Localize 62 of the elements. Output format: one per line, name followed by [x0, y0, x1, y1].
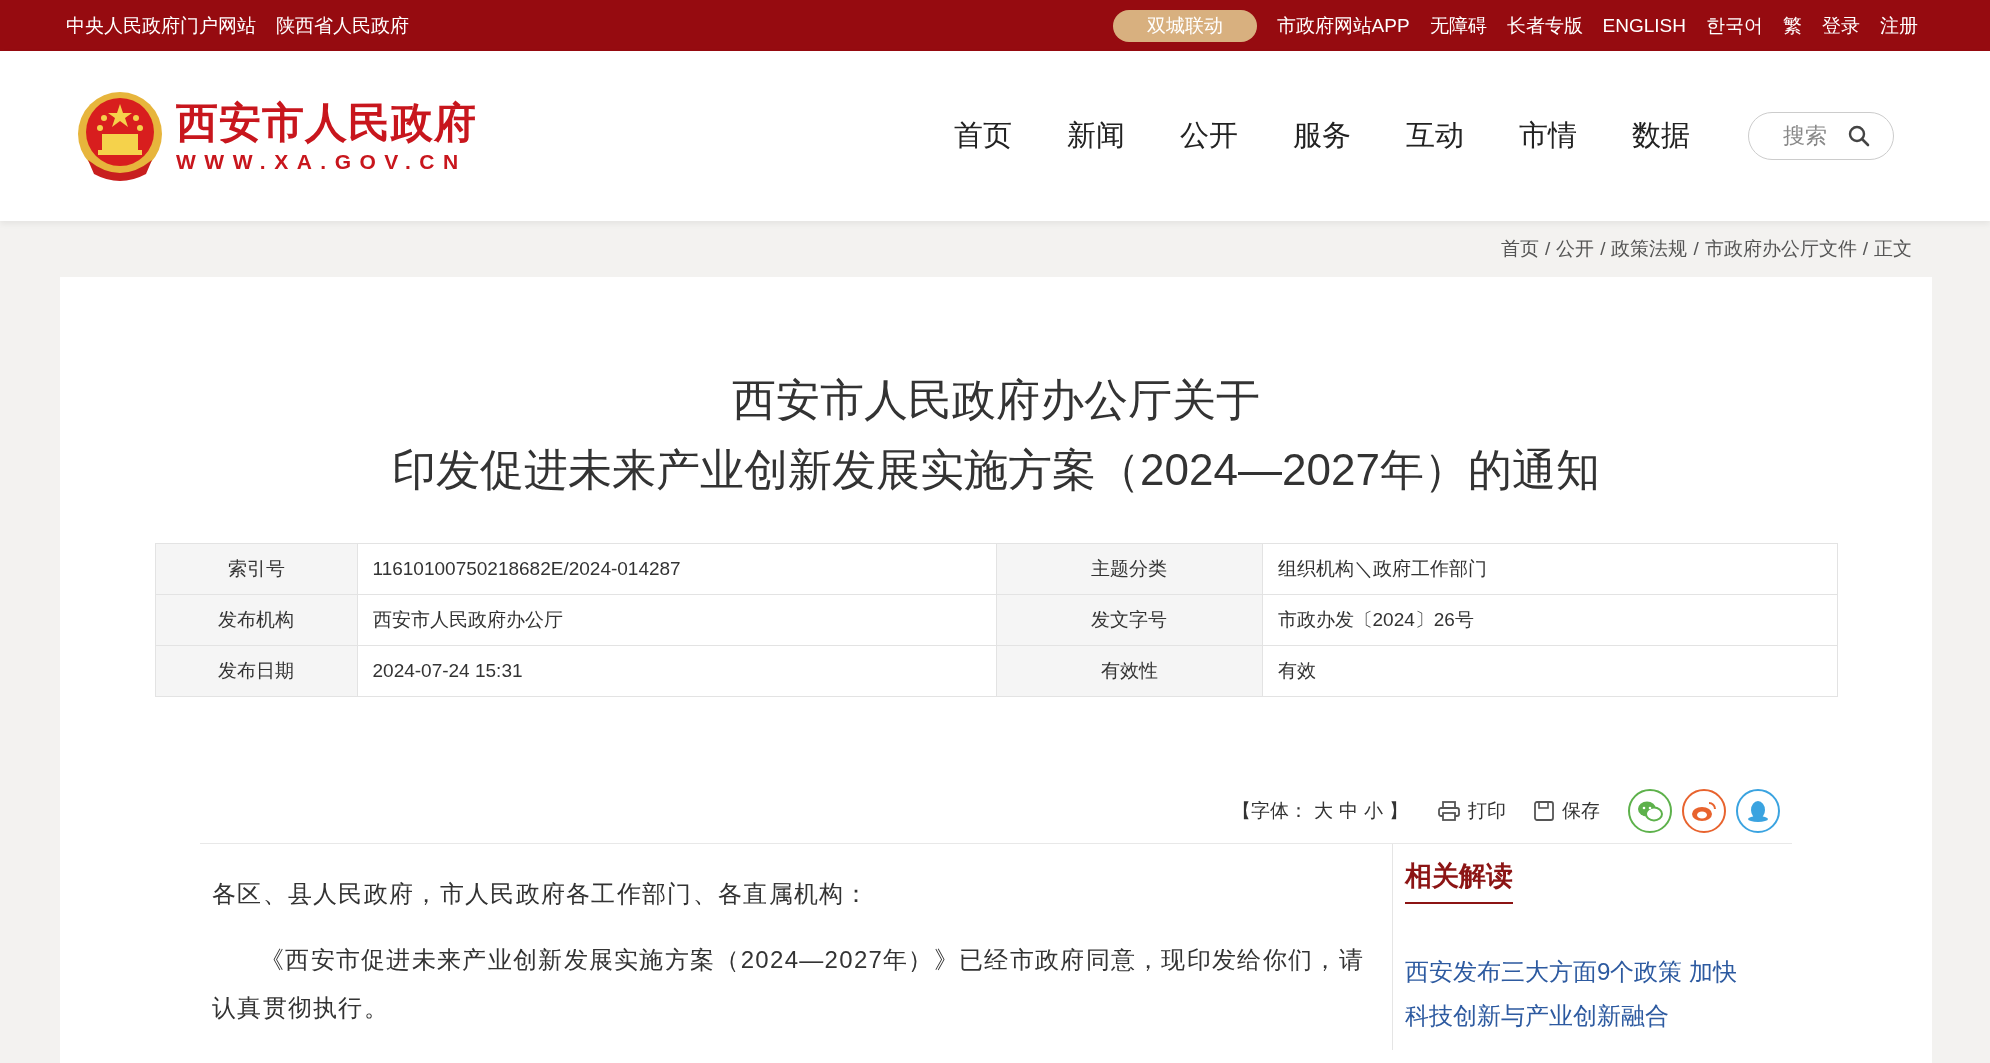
meta-value: 西安市人民政府办公厅: [357, 594, 996, 646]
font-size-option[interactable]: 中: [1339, 798, 1358, 824]
nav-link[interactable]: 公开: [1180, 116, 1238, 156]
top-link[interactable]: 无障碍: [1429, 12, 1487, 39]
top-link[interactable]: 市政府网站APP: [1276, 12, 1410, 39]
nav-link[interactable]: 市情: [1519, 116, 1577, 156]
swirl-eye-icon: [1691, 800, 1717, 822]
breadcrumb-separator: /: [1693, 238, 1699, 260]
top-link[interactable]: ENGLISH: [1602, 14, 1686, 37]
printer-icon: [1438, 801, 1460, 821]
meta-label: 索引号: [155, 543, 357, 595]
body-paragraph: 《西安市促进未来产业创新发展实施方案（2024—2027年）》已经市政府同意，现印发给你们，请认真贯彻执行。: [212, 945, 1365, 1023]
top-link[interactable]: 长者专版: [1506, 12, 1583, 39]
breadcrumb-link[interactable]: 首页: [1500, 236, 1539, 262]
chat-bubbles-icon: [1637, 800, 1663, 822]
related-link[interactable]: 西安发布三大方面9个政策 加快科技创新与产业创新融合: [1405, 950, 1760, 1038]
share-button[interactable]: [1736, 789, 1780, 833]
search-field[interactable]: 搜索: [1748, 112, 1894, 160]
site-url: WWW.XA.GOV.CN: [176, 149, 468, 175]
top-link[interactable]: 登录: [1822, 12, 1860, 39]
meta-label: 有效性: [996, 645, 1262, 697]
share-button[interactable]: [1628, 789, 1672, 833]
breadcrumb-separator: /: [1862, 238, 1868, 260]
font-size-option[interactable]: 小: [1364, 798, 1383, 824]
top-link[interactable]: 繁: [1783, 12, 1802, 39]
top-link[interactable]: 注册: [1880, 12, 1918, 39]
top-link[interactable]: 陕西省人民政府: [276, 12, 409, 39]
share-button[interactable]: [1682, 789, 1726, 833]
article-title: 印发促进未来产业创新发展实施方案（2024—2027年）的通知: [391, 444, 1601, 496]
breadcrumb-link[interactable]: 市政府办公厅文件: [1704, 236, 1857, 262]
site-name: 西安市人民政府: [176, 98, 477, 148]
breadcrumb-separator: /: [1544, 238, 1551, 260]
meta-value: 有效: [1262, 645, 1837, 697]
breadcrumb-link[interactable]: 公开: [1556, 236, 1595, 262]
meta-label: 发布机构: [155, 594, 357, 646]
meta-value: 组织机构＼政府工作部门: [1262, 543, 1837, 595]
breadcrumb-link[interactable]: 政策法规: [1611, 236, 1688, 262]
search-icon: [1848, 125, 1870, 147]
nav-link[interactable]: 首页: [954, 116, 1012, 156]
top-link[interactable]: 한국어: [1706, 12, 1763, 39]
nav-link[interactable]: 数据: [1632, 116, 1690, 156]
nav-link[interactable]: 互动: [1406, 116, 1464, 156]
font-size-label: 【字体：: [1232, 799, 1308, 823]
nav-link[interactable]: 服务: [1293, 116, 1351, 156]
font-size-bracket: 】: [1389, 799, 1408, 823]
meta-value: 2024-07-24 15:31: [357, 645, 996, 697]
top-link[interactable]: 中央人民政府门户网站: [66, 12, 256, 39]
breadcrumb-separator: /: [1600, 238, 1606, 260]
body-paragraph: 各区、县人民政府，市人民政府各工作部门、各直属机构：: [212, 879, 871, 909]
save-link[interactable]: 保存: [1562, 798, 1600, 824]
print-link[interactable]: 打印: [1468, 798, 1506, 824]
meta-label: 发布日期: [155, 645, 357, 697]
penguin-icon: [1747, 799, 1769, 823]
breadcrumb-link[interactable]: 正文: [1874, 236, 1912, 262]
related-heading: 相关解读: [1405, 858, 1513, 904]
meta-label: 主题分类: [996, 543, 1262, 595]
article-title: 西安市人民政府办公厅关于: [731, 374, 1261, 426]
meta-value: 市政办发〔2024〕26号: [1262, 594, 1837, 646]
font-size-option[interactable]: 大: [1314, 798, 1333, 824]
meta-value: 11610100750218682E/2024-014287: [357, 543, 996, 595]
nav-link[interactable]: 新闻: [1067, 116, 1125, 156]
meta-label: 发文字号: [996, 594, 1262, 646]
